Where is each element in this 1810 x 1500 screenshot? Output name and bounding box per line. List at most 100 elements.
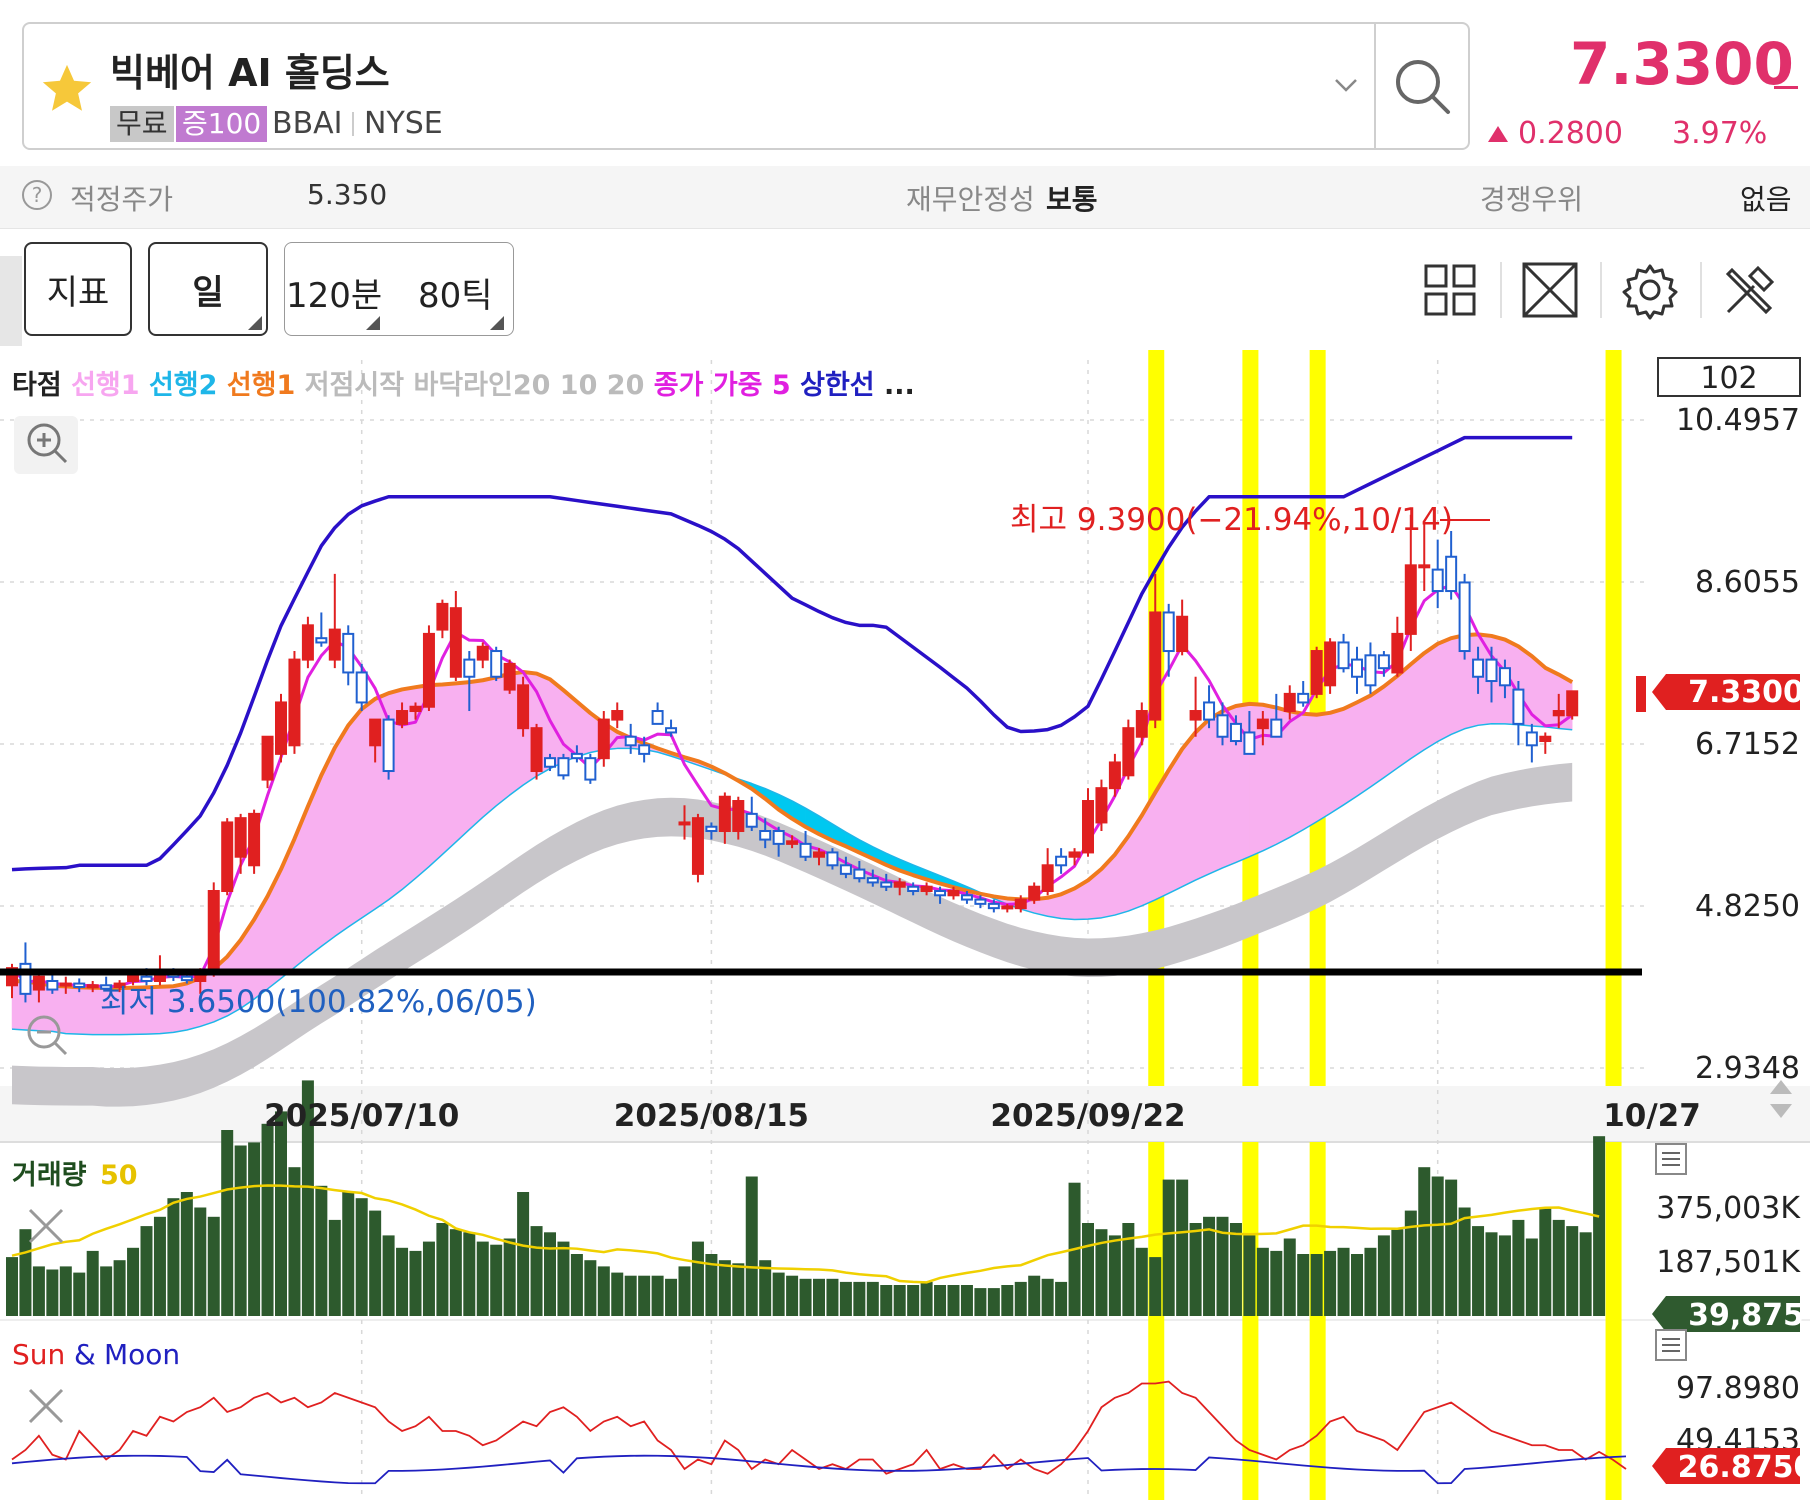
- layout-grid-icon[interactable]: [1418, 258, 1482, 322]
- candle-body: [638, 744, 651, 755]
- settings-gear-icon[interactable]: [1618, 258, 1682, 322]
- competitive-label: 경쟁우위: [1480, 183, 1584, 216]
- candle-body: [1364, 654, 1377, 687]
- stock-name: 빅베어 AI 홀딩스: [110, 51, 390, 95]
- volume-bar: [745, 1176, 758, 1316]
- candle-body: [530, 727, 543, 773]
- volume-bar: [651, 1275, 664, 1316]
- volume-bar: [73, 1272, 86, 1316]
- volume-bar: [1108, 1235, 1121, 1316]
- volume-bar: [570, 1254, 583, 1316]
- volume-bar: [1176, 1179, 1189, 1316]
- ichimoku-cloud-segment: [1410, 652, 1425, 760]
- legend-item[interactable]: ...: [875, 370, 915, 401]
- legend-item[interactable]: 선행2: [140, 370, 218, 401]
- candle-body: [1270, 718, 1283, 738]
- candle-body: [59, 982, 72, 987]
- y-tick-label: 2.9348: [1695, 1051, 1800, 1086]
- volume-bar: [1082, 1223, 1094, 1316]
- volume-bar: [638, 1275, 651, 1316]
- volume-bar: [1324, 1250, 1337, 1316]
- volume-bar: [1418, 1167, 1431, 1316]
- legend-item[interactable]: 종가 가중 5: [644, 370, 790, 401]
- legend-item[interactable]: 선행1: [217, 370, 295, 401]
- y-tick-label: 4.8250: [1695, 889, 1800, 924]
- volume-bar: [100, 1266, 113, 1316]
- ichimoku-cloud-segment: [321, 747, 336, 947]
- candle-body: [1189, 710, 1202, 721]
- volume-bar: [1189, 1223, 1202, 1316]
- candle-body: [557, 757, 570, 777]
- tools-icon[interactable]: [1718, 258, 1782, 322]
- period-80tick-button[interactable]: 80틱: [418, 268, 493, 317]
- legend-item[interactable]: 타점: [12, 370, 62, 401]
- candle-body: [248, 812, 261, 867]
- candle-body: [1472, 658, 1485, 678]
- ichimoku-cloud-segment: [1383, 675, 1398, 779]
- candle-body: [1525, 731, 1538, 747]
- volume-bar: [167, 1198, 180, 1316]
- stability-value: 보통: [1046, 183, 1098, 216]
- sunmoon-menu-icon[interactable]: [1655, 1329, 1687, 1361]
- volume-bar: [275, 1111, 287, 1316]
- sunmoon-tick-high: 97.8980: [1676, 1371, 1800, 1406]
- candle-body: [1229, 722, 1242, 743]
- period-120min-button[interactable]: 120분: [286, 268, 382, 317]
- price-change: 0.2800: [1518, 116, 1623, 151]
- volume-bar: [1445, 1179, 1458, 1316]
- x-tick-label: 10/27: [1603, 1098, 1701, 1134]
- x-tick-label: 2025/09/22: [990, 1098, 1185, 1134]
- legend-item[interactable]: 저점시작: [295, 370, 404, 401]
- zoom-in-icon[interactable]: [14, 416, 78, 474]
- legend-item[interactable]: 상한선: [791, 370, 875, 401]
- indicator-button[interactable]: 지표: [24, 242, 132, 336]
- candle-body: [920, 885, 933, 893]
- candle-body: [275, 701, 287, 755]
- candle-body: [1149, 611, 1162, 721]
- indicator-legend[interactable]: 타점 선행1 선행2 선행1 저점시작 바닥라인20 10 20 종가 가중 5…: [12, 370, 915, 401]
- volume-bar: [1270, 1250, 1283, 1316]
- volume-bar: [786, 1275, 799, 1316]
- candle-body: [86, 984, 99, 989]
- volume-bar: [59, 1266, 72, 1316]
- candle-body: [1458, 581, 1471, 653]
- legend-item[interactable]: 바닥라인20 10 20: [404, 370, 644, 401]
- volume-bar: [234, 1145, 247, 1316]
- volume-bar: [436, 1223, 449, 1316]
- volume-bar: [517, 1192, 530, 1316]
- candle-body: [880, 881, 893, 888]
- volume-bar: [1028, 1275, 1041, 1316]
- favorite-star-icon[interactable]: [38, 60, 96, 118]
- candle-body: [1418, 564, 1431, 569]
- volume-bar: [1391, 1229, 1404, 1316]
- volume-bar: [584, 1260, 597, 1316]
- chevron-down-icon[interactable]: [1332, 72, 1360, 96]
- candle-body: [1404, 564, 1417, 635]
- candle-body: [866, 877, 879, 884]
- help-icon[interactable]: ?: [22, 180, 52, 210]
- legend-item[interactable]: 선행1: [62, 370, 140, 401]
- volume-bar: [544, 1232, 556, 1316]
- candle-body: [1256, 718, 1269, 730]
- volume-bar: [503, 1238, 516, 1316]
- fullscreen-icon[interactable]: [1518, 258, 1582, 322]
- volume-bar: [1351, 1254, 1363, 1316]
- candle-body: [813, 851, 825, 858]
- side-drawer-handle[interactable]: [0, 256, 22, 346]
- volume-bar: [1539, 1207, 1552, 1316]
- volume-bar: [180, 1192, 193, 1316]
- period-day-label: 일: [192, 272, 224, 313]
- price-chart[interactable]: 타점 선행1 선행2 선행1 저점시작 바닥라인20 10 20 종가 가중 5…: [0, 346, 1810, 1500]
- volume-menu-icon[interactable]: [1655, 1143, 1687, 1175]
- x-tick-label: 2025/07/10: [264, 1098, 459, 1134]
- highlight-band: [1148, 1142, 1165, 1500]
- volume-bar: [19, 1229, 32, 1316]
- volume-bar: [328, 1219, 341, 1316]
- volume-bar: [113, 1260, 126, 1316]
- volume-current-label: 39,875: [1688, 1298, 1804, 1333]
- volume-bar: [678, 1266, 691, 1316]
- volume-bar: [1310, 1254, 1323, 1316]
- current-price: 7.3300: [1570, 30, 1794, 98]
- volume-bar: [1566, 1226, 1579, 1316]
- search-icon[interactable]: [1378, 26, 1468, 146]
